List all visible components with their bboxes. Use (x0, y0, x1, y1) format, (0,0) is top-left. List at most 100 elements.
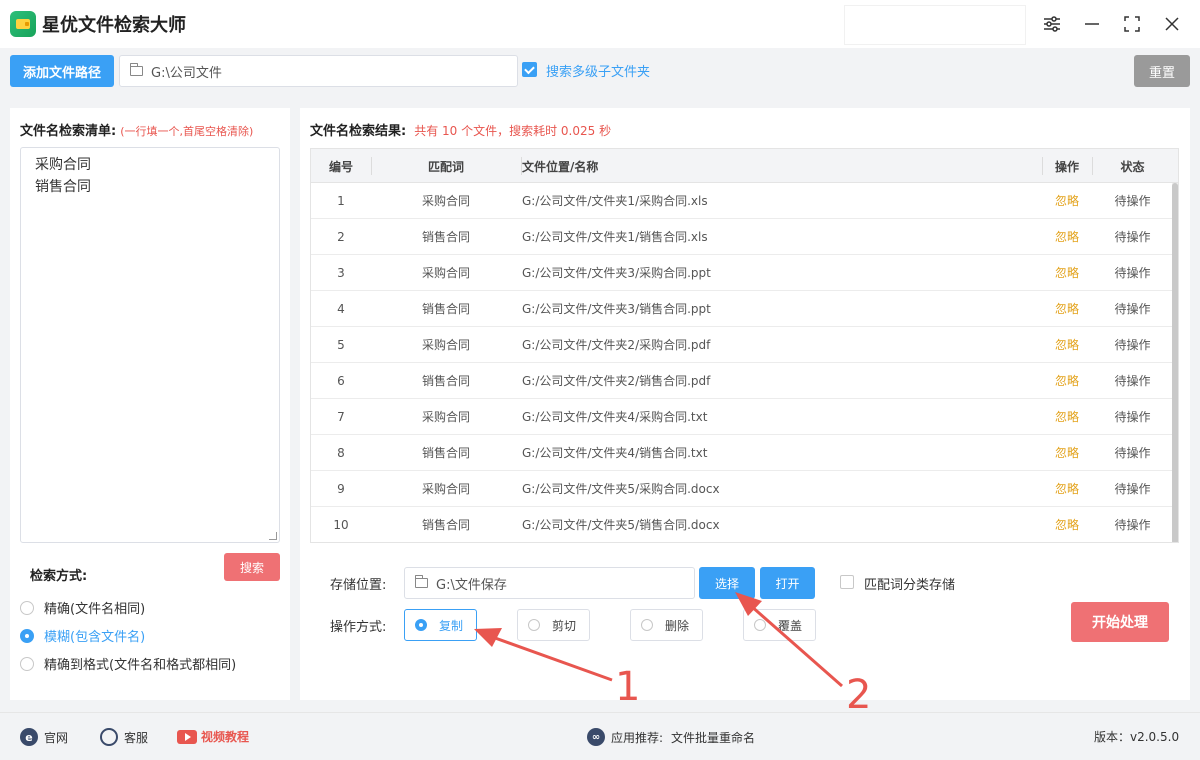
annotation-number-1: 1 (615, 664, 641, 710)
ignore-link[interactable]: 忽略 (1042, 471, 1092, 506)
scrollbar-thumb[interactable] (1172, 183, 1178, 542)
subfolder-label[interactable]: 搜索多级子文件夹 (546, 61, 650, 80)
table-row: 3 采购合同 G:/公司文件/文件夹3/采购合同.ppt 忽略 待操作 (311, 255, 1173, 291)
title-blank-area (844, 5, 1026, 45)
maximize-icon[interactable] (1120, 12, 1144, 36)
ignore-link[interactable]: 忽略 (1042, 327, 1092, 362)
recommend-app: 文件批量重命名 (671, 730, 756, 745)
column-header-path: 文件位置/名称 (522, 159, 599, 174)
op-overwrite-radio[interactable]: 覆盖 (743, 609, 816, 641)
storage-label: 存储位置: (330, 578, 387, 593)
cell-no: 2 (337, 229, 345, 244)
folder-icon (414, 575, 428, 588)
cell-path: G:/公司文件/文件夹5/销售合同.docx (522, 518, 720, 532)
keyword-line: 采购合同 (35, 157, 91, 173)
table-row: 4 销售合同 G:/公司文件/文件夹3/销售合同.ppt 忽略 待操作 (311, 291, 1173, 327)
path-input[interactable]: G:\公司文件 (119, 55, 518, 87)
choose-button[interactable]: 选择 (699, 567, 755, 599)
cell-no: 5 (337, 337, 345, 352)
op-copy-radio[interactable]: 复制 (404, 609, 477, 641)
cell-status: 待操作 (1114, 338, 1151, 352)
cell-no: 6 (337, 373, 345, 388)
add-path-button[interactable]: 添加文件路径 (10, 55, 114, 87)
website-label: 官网 (44, 730, 69, 745)
video-tutorial-label: 视频教程 (201, 730, 250, 744)
close-icon[interactable] (1160, 12, 1184, 36)
radio-icon (20, 656, 34, 671)
mode-fuzzy-radio[interactable]: 模糊(包含文件名) (20, 626, 145, 645)
open-button[interactable]: 打开 (760, 567, 815, 599)
cell-status: 待操作 (1114, 482, 1151, 496)
minimize-icon[interactable] (1080, 12, 1104, 36)
video-tutorial-link[interactable]: 视频教程 (177, 728, 249, 745)
website-link[interactable]: e 官网 (20, 728, 68, 746)
table-row: 7 采购合同 G:/公司文件/文件夹4/采购合同.txt 忽略 待操作 (311, 399, 1173, 435)
classify-checkbox[interactable] (840, 575, 854, 589)
wallet-icon (10, 11, 36, 37)
cell-no: 8 (337, 445, 345, 460)
cell-keyword: 采购合同 (421, 194, 470, 208)
mode-exact-format-radio[interactable]: 精确到格式(文件名和格式都相同) (20, 654, 236, 673)
table-scrollbar[interactable] (1172, 183, 1178, 542)
recommend-link[interactable]: ∞ 应用推荐: 文件批量重命名 (587, 728, 755, 746)
settings-sliders-icon[interactable] (1040, 12, 1064, 36)
cell-path: G:/公司文件/文件夹3/销售合同.ppt (522, 302, 711, 316)
ignore-link[interactable]: 忽略 (1042, 507, 1092, 542)
cell-path: G:/公司文件/文件夹4/采购合同.txt (522, 410, 708, 424)
op-delete-radio[interactable]: 删除 (630, 609, 703, 641)
reset-button[interactable]: 重置 (1134, 55, 1190, 87)
radio-icon (20, 600, 34, 615)
storage-path-value: G:\文件保存 (436, 577, 507, 593)
mode-exact-radio[interactable]: 精确(文件名相同) (20, 598, 145, 617)
recommend-prefix: 应用推荐: (611, 730, 664, 745)
ignore-link[interactable]: 忽略 (1042, 255, 1092, 290)
op-delete-label: 删除 (665, 618, 690, 633)
radio-icon (528, 619, 540, 631)
table-row: 9 采购合同 G:/公司文件/文件夹5/采购合同.docx 忽略 待操作 (311, 471, 1173, 507)
cell-no: 1 (337, 193, 345, 208)
cell-path: G:/公司文件/文件夹1/销售合同.xls (522, 230, 708, 244)
radio-selected-icon (20, 628, 34, 643)
cell-path: G:/公司文件/文件夹5/采购合同.docx (522, 482, 720, 496)
classify-label[interactable]: 匹配词分类存储 (864, 574, 955, 593)
start-processing-button[interactable]: 开始处理 (1071, 602, 1169, 642)
column-header-no: 编号 (328, 159, 353, 174)
cell-no: 10 (333, 517, 349, 532)
search-mode-label: 检索方式: (30, 569, 88, 584)
ignore-link[interactable]: 忽略 (1042, 219, 1092, 254)
column-header-status: 状态 (1120, 159, 1145, 174)
results-summary: 共有 10 个文件，搜索耗时 0.025 秒 (414, 124, 612, 138)
keyword-line: 销售合同 (35, 179, 91, 195)
annotation-number-2: 2 (846, 672, 872, 718)
subfolder-checkbox[interactable] (522, 62, 537, 77)
op-cut-radio[interactable]: 剪切 (517, 609, 590, 641)
footer-bar: e 官网 客服 视频教程 ∞ 应用推荐: 文件批量重命名 版本：v2.0.5.0 (0, 712, 1200, 760)
ignore-link[interactable]: 忽略 (1042, 291, 1092, 326)
resize-grip-icon[interactable] (269, 532, 277, 540)
results-heading: 文件名检索结果: 共有 10 个文件，搜索耗时 0.025 秒 (310, 120, 611, 139)
cell-keyword: 销售合同 (421, 302, 470, 316)
cell-status: 待操作 (1114, 194, 1151, 208)
mode-exact-format-label: 精确到格式(文件名和格式都相同) (44, 658, 237, 673)
cell-no: 4 (337, 301, 345, 316)
ignore-link[interactable]: 忽略 (1042, 183, 1092, 218)
ignore-link[interactable]: 忽略 (1042, 399, 1092, 434)
keyword-textarea[interactable]: 采购合同 销售合同 (20, 147, 280, 543)
search-button[interactable]: 搜索 (224, 553, 280, 581)
cell-status: 待操作 (1114, 374, 1151, 388)
support-link[interactable]: 客服 (100, 728, 148, 746)
ignore-link[interactable]: 忽略 (1042, 363, 1092, 398)
video-camera-icon (177, 729, 197, 744)
chat-bubble-icon (100, 728, 118, 746)
mode-fuzzy-label: 模糊(包含文件名) (44, 630, 146, 645)
ignore-link[interactable]: 忽略 (1042, 435, 1092, 470)
cell-keyword: 销售合同 (421, 374, 470, 388)
table-row: 1 采购合同 G:/公司文件/文件夹1/采购合同.xls 忽略 待操作 (311, 183, 1173, 219)
cell-path: G:/公司文件/文件夹3/采购合同.ppt (522, 266, 711, 280)
cell-path: G:/公司文件/文件夹4/销售合同.txt (522, 446, 708, 460)
folder-icon (129, 63, 143, 76)
storage-path-input[interactable]: G:\文件保存 (404, 567, 695, 599)
app-title: 星优文件检索大师 (42, 15, 186, 36)
op-overwrite-label: 覆盖 (778, 618, 803, 633)
cell-no: 3 (337, 265, 345, 280)
